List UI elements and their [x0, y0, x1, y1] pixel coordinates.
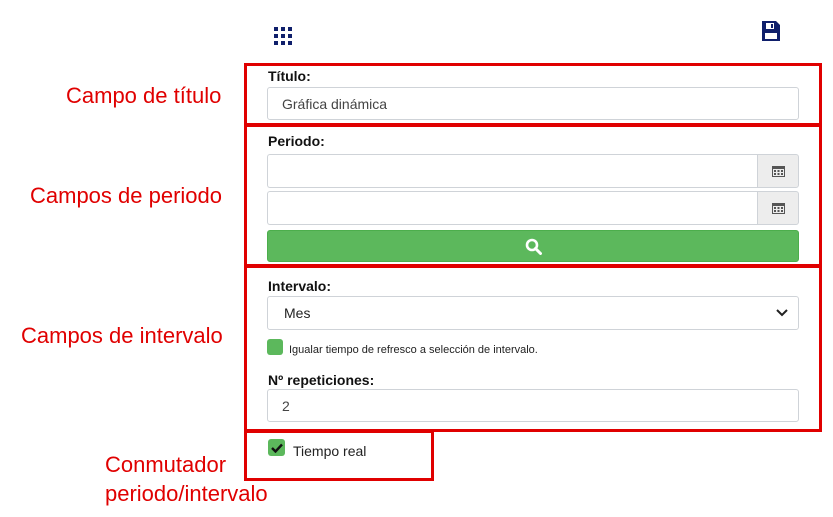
repetitions-value: 2 [282, 397, 290, 414]
title-input-value: Gráfica dinámica [282, 95, 388, 112]
repetitions-label: Nº repeticiones: [268, 372, 375, 388]
period-start-group [267, 154, 799, 188]
period-end-input[interactable] [267, 191, 757, 225]
repetitions-input[interactable]: 2 [267, 389, 799, 422]
calendar-icon [771, 203, 785, 214]
title-label: Título: [268, 68, 311, 84]
interval-selected-value: Mes [284, 305, 311, 321]
annotation-title-fields: Campo de título [66, 83, 222, 108]
interval-label: Intervalo: [268, 278, 332, 294]
chevron-down-icon [776, 309, 788, 317]
refresh-checkbox-label: Igualar tiempo de refresco a selección d… [289, 344, 538, 356]
search-icon [525, 238, 542, 255]
check-icon [270, 443, 283, 453]
annotation-toggle-line1: Conmutador [105, 452, 227, 477]
period-end-calendar-button[interactable] [757, 191, 799, 225]
realtime-checkbox[interactable] [268, 439, 285, 456]
calendar-icon [771, 166, 785, 177]
period-end-group [267, 191, 799, 225]
annotation-toggle-line2: periodo/intervalo [105, 481, 268, 506]
search-button[interactable] [267, 230, 799, 262]
period-start-calendar-button[interactable] [757, 154, 799, 188]
floppy-disk-icon[interactable] [761, 20, 781, 42]
period-label: Periodo: [268, 133, 325, 149]
interval-select[interactable]: Mes [267, 296, 799, 330]
period-start-input[interactable] [267, 154, 757, 188]
apps-grid-icon[interactable] [274, 27, 292, 45]
annotation-period-fields: Campos de periodo [30, 183, 223, 208]
title-input[interactable]: Gráfica dinámica [267, 87, 799, 120]
realtime-label: Tiempo real [293, 443, 367, 459]
annotation-interval-fields: Campos de intervalo [21, 323, 223, 348]
refresh-checkbox[interactable] [267, 339, 283, 355]
